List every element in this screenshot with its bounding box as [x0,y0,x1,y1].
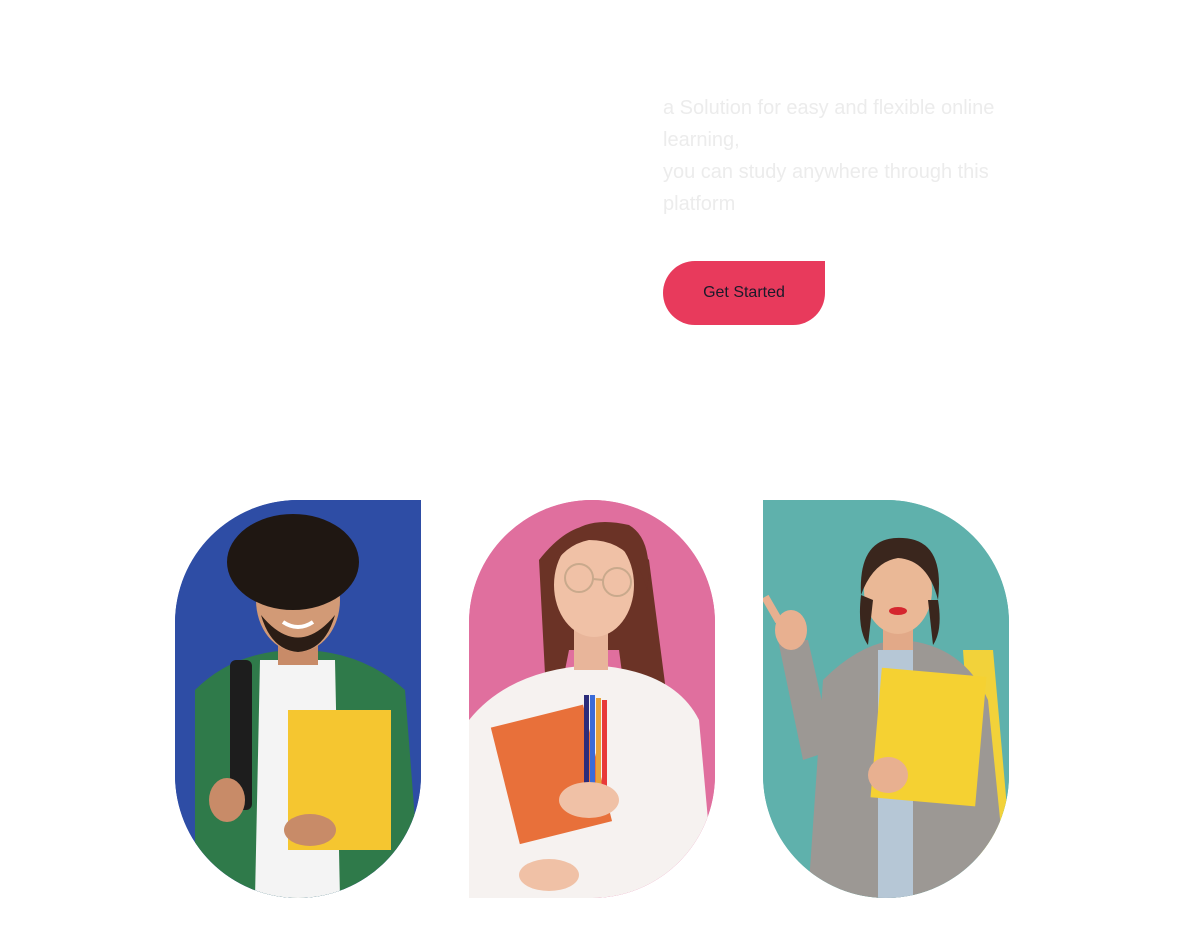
student-photo-1 [175,500,421,898]
hero-line-1: a Solution for easy and flexible online … [663,97,995,151]
get-started-button[interactable]: Get Started [663,261,825,325]
student-photo-3 [763,500,1009,898]
student-photo-2 [469,500,715,898]
hero-description: a Solution for easy and flexible online … [663,92,1008,220]
student-woman-glasses-illustration [469,500,715,898]
student-man-illustration [175,500,421,898]
student-woman-pointing-illustration [763,500,1009,898]
hero-line-2: you can study anywhere through this plat… [663,161,989,215]
landing-page: a Solution for easy and flexible online … [0,0,1185,945]
